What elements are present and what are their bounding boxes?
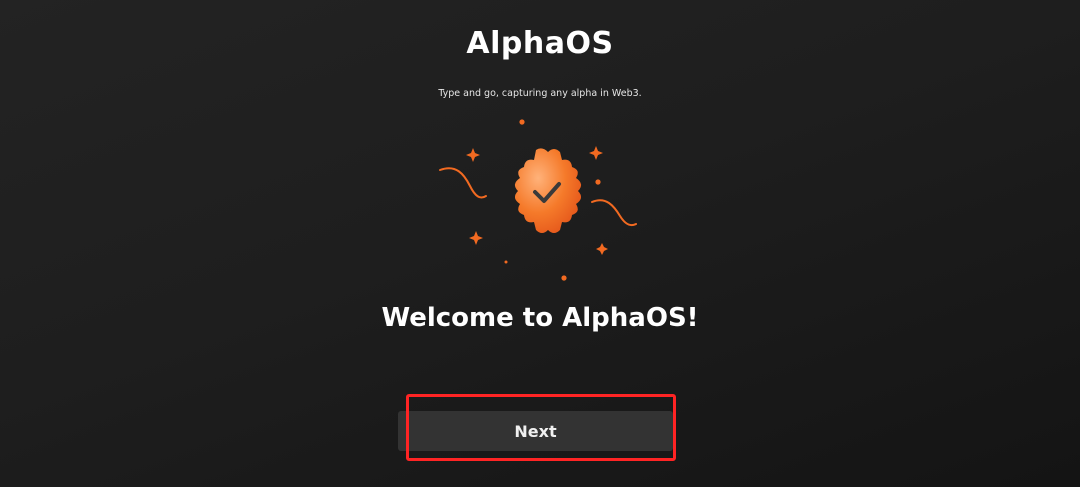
dot-bottom (561, 275, 567, 281)
welcome-heading: Welcome to AlphaOS! (381, 303, 699, 333)
sparkle-top-left-icon (466, 148, 480, 162)
dot-bottom-small (504, 260, 508, 264)
tagline: Type and go, capturing any alpha in Web3… (438, 88, 642, 99)
dot-right (595, 179, 601, 185)
right-wave-line (591, 199, 637, 227)
app-title: AlphaOS (466, 26, 614, 61)
sparkle-bottom-right-icon (596, 243, 608, 255)
sparkle-bottom-left-icon (469, 231, 483, 245)
badge-seal-icon (514, 148, 582, 233)
sparkle-top-right-icon (589, 146, 603, 160)
dot-top (519, 119, 525, 125)
next-button[interactable]: Next (398, 411, 673, 451)
verified-badge-illustration (439, 119, 637, 281)
left-wave-line (439, 167, 487, 199)
